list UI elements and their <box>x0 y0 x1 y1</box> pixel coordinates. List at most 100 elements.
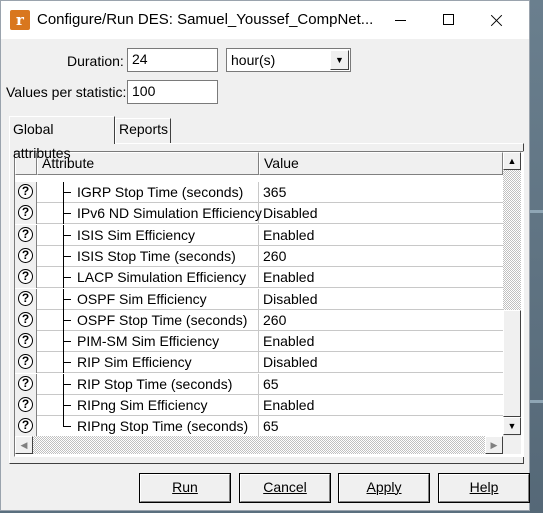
title-bar: r Configure/Run DES: Samuel_Youssef_Comp… <box>1 1 529 39</box>
background-desktop <box>530 0 543 513</box>
tree-branch-line <box>63 416 73 428</box>
duration-input[interactable]: 24 <box>127 48 218 72</box>
attribute-cell[interactable]: RIP Stop Time (seconds) <box>37 373 259 395</box>
attribute-cell[interactable]: IGRP Stop Time (seconds) <box>37 182 259 203</box>
scroll-right-arrow-icon[interactable]: ▶ <box>485 436 503 454</box>
help-question-icon[interactable]: ? <box>18 226 33 242</box>
help-question-icon[interactable]: ? <box>18 184 33 199</box>
value-cell[interactable]: Disabled <box>259 352 505 374</box>
tab-global-attributes[interactable]: Global attributes <box>9 116 115 161</box>
scroll-left-arrow-icon[interactable]: ◀ <box>15 436 33 454</box>
scrollbar-thumb[interactable] <box>503 310 521 417</box>
table-row[interactable]: ? RIPng Sim Efficiency Enabled <box>15 395 505 416</box>
scroll-down-arrow-icon[interactable]: ▼ <box>503 417 521 435</box>
table-row[interactable]: ? IPv6 ND Simulation Efficiency Disabled <box>15 203 505 225</box>
attribute-name: ISIS Sim Efficiency <box>77 226 196 243</box>
values-per-statistic-input[interactable]: 100 <box>127 80 218 104</box>
tree-branch-line <box>63 288 73 310</box>
tree-branch-line <box>63 267 73 289</box>
table-row[interactable]: ? LACP Simulation Efficiency Enabled <box>15 267 505 289</box>
attribute-cell[interactable]: OSPF Sim Efficiency <box>37 288 259 310</box>
scroll-up-arrow-icon[interactable]: ▲ <box>503 152 521 170</box>
row-help-cell: ? <box>15 373 37 395</box>
tree-branch-line <box>63 373 73 395</box>
horizontal-scrollbar[interactable]: ◀ ▶ <box>15 436 503 454</box>
value-cell[interactable]: Disabled <box>259 289 505 310</box>
tab-reports[interactable]: Reports <box>115 118 171 143</box>
table-row[interactable]: ? OSPF Stop Time (seconds) 260 <box>15 309 505 331</box>
vertical-scrollbar[interactable]: ▲ ▼ <box>503 152 521 436</box>
value-cell[interactable]: Enabled <box>259 331 505 353</box>
attribute-cell[interactable]: RIPng Sim Efficiency <box>37 395 259 416</box>
table-row[interactable]: ? OSPF Sim Efficiency Disabled <box>15 288 505 310</box>
row-help-cell: ? <box>15 288 37 310</box>
attribute-cell[interactable]: LACP Simulation Efficiency <box>37 267 259 289</box>
tree-branch-line <box>63 245 73 267</box>
value-cell[interactable]: 365 <box>259 182 505 203</box>
minimize-button[interactable] <box>377 1 423 39</box>
chevron-down-icon[interactable]: ▼ <box>330 50 349 70</box>
attribute-name: RIPng Stop Time (seconds) <box>77 418 249 435</box>
value-cell[interactable]: Enabled <box>259 225 505 246</box>
help-question-icon[interactable]: ? <box>18 375 33 391</box>
table-row[interactable]: ? RIPng Stop Time (seconds) 65 <box>15 416 505 438</box>
table-row[interactable]: ? RIP Stop Time (seconds) 65 <box>15 373 505 395</box>
attribute-value: 65 <box>263 375 279 392</box>
table-row[interactable]: ? PIM-SM Sim Efficiency Enabled <box>15 331 505 353</box>
help-question-icon[interactable]: ? <box>18 397 33 412</box>
help-question-icon[interactable]: ? <box>18 247 33 263</box>
attribute-value: Disabled <box>263 354 318 371</box>
tree-branch-line <box>63 395 73 416</box>
run-button[interactable]: Run <box>139 473 231 503</box>
attribute-value: Disabled <box>263 290 318 307</box>
row-help-cell: ? <box>15 416 37 438</box>
row-help-cell: ? <box>15 224 37 246</box>
attribute-cell[interactable]: RIPng Stop Time (seconds) <box>37 416 259 438</box>
row-help-cell: ? <box>15 352 37 374</box>
help-question-icon[interactable]: ? <box>18 205 33 221</box>
help-question-icon[interactable]: ? <box>18 354 33 370</box>
tree-branch-line <box>63 224 73 246</box>
attribute-cell[interactable]: IPv6 ND Simulation Efficiency <box>37 203 262 225</box>
attribute-name: OSPF Sim Efficiency <box>77 290 207 307</box>
attribute-value: Enabled <box>263 397 315 413</box>
row-help-cell: ? <box>15 203 37 225</box>
value-cell[interactable]: 260 <box>259 310 505 331</box>
attribute-cell[interactable]: RIP Sim Efficiency <box>37 352 259 374</box>
attribute-cell[interactable]: ISIS Sim Efficiency <box>37 224 259 246</box>
table-row[interactable]: ? IGRP Stop Time (seconds) 365 <box>15 182 505 203</box>
attribute-value: 65 <box>263 418 279 435</box>
value-cell[interactable]: 65 <box>259 374 505 395</box>
help-question-icon[interactable]: ? <box>18 311 33 327</box>
row-help-cell: ? <box>15 309 37 331</box>
attribute-cell[interactable]: OSPF Stop Time (seconds) <box>37 309 259 331</box>
table-row[interactable]: ? RIP Sim Efficiency Disabled <box>15 352 505 374</box>
attribute-cell[interactable]: PIM-SM Sim Efficiency <box>37 331 259 353</box>
duration-unit-select[interactable]: hour(s) ▼ <box>226 48 351 72</box>
help-question-icon[interactable]: ? <box>18 418 33 434</box>
table-row[interactable]: ? ISIS Stop Time (seconds) 260 <box>15 245 505 267</box>
scrollbar-track[interactable] <box>503 170 521 310</box>
value-cell[interactable]: Enabled <box>259 267 505 289</box>
attribute-name: ISIS Stop Time (seconds) <box>77 247 236 264</box>
close-button[interactable] <box>473 1 519 39</box>
help-question-icon[interactable]: ? <box>18 333 33 349</box>
cancel-button[interactable]: Cancel <box>239 473 331 503</box>
apply-button-label: Apply <box>366 479 402 495</box>
value-cell[interactable]: Enabled <box>259 395 505 416</box>
attribute-value: 365 <box>263 184 287 200</box>
attribute-cell[interactable]: ISIS Stop Time (seconds) <box>37 245 259 267</box>
apply-button[interactable]: Apply <box>338 473 430 503</box>
attribute-value: Enabled <box>263 226 315 243</box>
attribute-name: RIP Stop Time (seconds) <box>77 375 233 392</box>
value-cell[interactable]: 260 <box>259 246 505 267</box>
table-row[interactable]: ? ISIS Sim Efficiency Enabled <box>15 224 505 246</box>
grid-header-value[interactable]: Value <box>259 152 503 175</box>
tree-branch-line <box>63 203 73 225</box>
help-button[interactable]: Help <box>438 473 530 503</box>
value-cell[interactable]: Disabled <box>259 203 505 225</box>
help-question-icon[interactable]: ? <box>18 290 33 306</box>
maximize-button[interactable] <box>425 1 471 39</box>
value-cell[interactable]: 65 <box>259 416 505 438</box>
help-question-icon[interactable]: ? <box>18 269 33 285</box>
